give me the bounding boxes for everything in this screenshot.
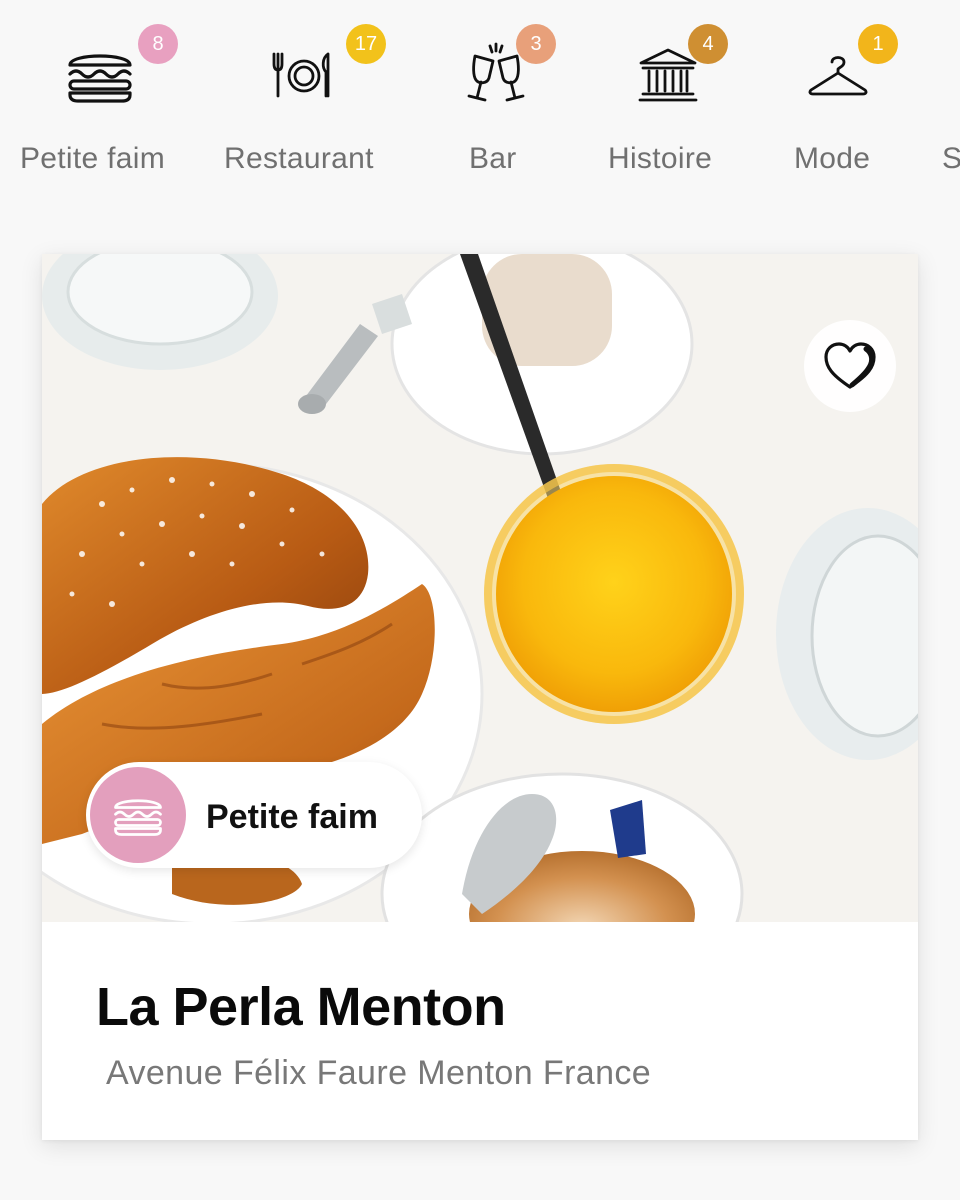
category-count-badge: 17 [346, 24, 386, 64]
category-label: Bar [469, 142, 517, 175]
category-chip-label: Petite faim [206, 798, 378, 836]
category-count-badge: 3 [516, 24, 556, 64]
category-next-partial[interactable]: S [942, 0, 960, 200]
favorite-button[interactable] [804, 320, 896, 412]
category-label: Restaurant [224, 142, 374, 175]
category-bar: 8 Petite faim 17 Restaurant 3 Bar 4 Hist… [0, 0, 960, 200]
heart-icon [824, 342, 876, 389]
category-restaurant[interactable]: 17 Restaurant [224, 0, 394, 200]
category-label: Histoire [608, 142, 713, 175]
category-label: Petite faim [20, 142, 166, 175]
category-label: Mode [794, 142, 871, 175]
category-count-badge: 4 [688, 24, 728, 64]
category-petite-faim[interactable]: 8 Petite faim [20, 0, 190, 200]
category-count-badge: 1 [858, 24, 898, 64]
burger-icon [90, 767, 186, 863]
burger-icon [60, 40, 140, 110]
category-bar-item[interactable]: 3 Bar [456, 0, 566, 200]
category-mode[interactable]: 1 Mode [794, 0, 904, 200]
category-histoire[interactable]: 4 Histoire [606, 0, 736, 200]
category-count-badge: 8 [138, 24, 178, 64]
category-label: S [942, 142, 960, 175]
category-chip[interactable]: Petite faim [86, 762, 422, 868]
plate-cutlery-icon [264, 40, 344, 110]
place-card[interactable]: Petite faim La Perla Menton Avenue Félix… [42, 254, 918, 1140]
place-address: Avenue Félix Faure Menton France [106, 1054, 652, 1092]
place-name[interactable]: La Perla Menton [96, 976, 506, 1038]
